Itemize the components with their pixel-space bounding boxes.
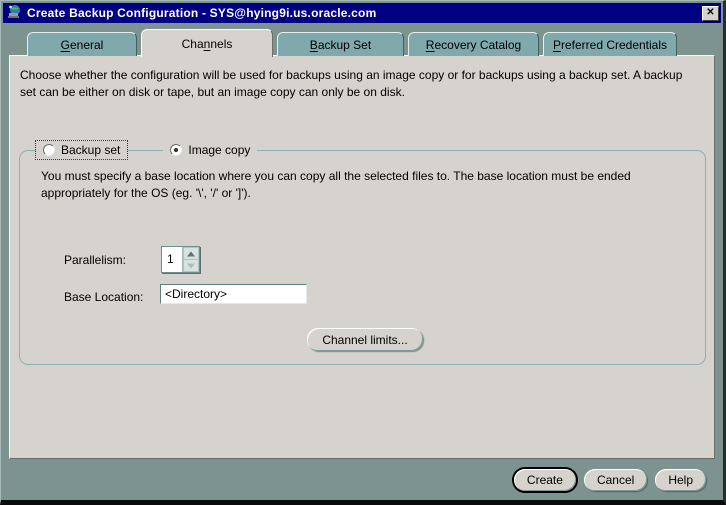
radio-unchecked-icon bbox=[43, 144, 55, 156]
base-location-note: You must specify a base location where y… bbox=[41, 168, 665, 202]
spinner-down-icon[interactable] bbox=[183, 259, 199, 272]
tab-general[interactable]: General bbox=[27, 32, 137, 56]
parallelism-spinner[interactable]: 1 bbox=[161, 246, 200, 273]
title-bar: Create Backup Configuration - SYS@hying9… bbox=[3, 3, 721, 23]
spinner-up-icon[interactable] bbox=[183, 247, 199, 259]
parallelism-label: Parallelism: bbox=[64, 253, 126, 267]
radio-checked-icon bbox=[170, 144, 182, 156]
tab-preferred-credentials[interactable]: Preferred Credentials bbox=[543, 32, 677, 56]
tab-backup-set[interactable]: Backup Set bbox=[277, 32, 404, 56]
channel-limits-button[interactable]: Channel limits... bbox=[307, 328, 423, 351]
image-copy-radio[interactable]: Image copy bbox=[163, 141, 257, 159]
app-icon bbox=[7, 4, 22, 23]
backup-set-radio[interactable]: Backup set bbox=[36, 141, 127, 159]
channel-type-groupbox: Backup set Image copy You must specify a… bbox=[19, 150, 706, 365]
base-location-input[interactable] bbox=[160, 284, 307, 304]
parallelism-value[interactable]: 1 bbox=[162, 247, 182, 272]
image-copy-radio-label: Image copy bbox=[188, 143, 250, 157]
spinner-buttons bbox=[182, 247, 199, 272]
close-icon: ✕ bbox=[706, 7, 714, 18]
tab-recovery-catalog[interactable]: Recovery Catalog bbox=[408, 32, 539, 56]
channels-tab-panel: Choose whether the configuration will be… bbox=[9, 55, 715, 459]
close-button[interactable]: ✕ bbox=[702, 6, 719, 21]
tab-channels[interactable]: Channels bbox=[141, 29, 273, 57]
help-button[interactable]: Help bbox=[655, 469, 706, 491]
create-backup-configuration-dialog: Create Backup Configuration - SYS@hying9… bbox=[0, 0, 726, 505]
base-location-label: Base Location: bbox=[64, 290, 143, 304]
backup-set-radio-label: Backup set bbox=[61, 143, 120, 157]
footer-button-bar: Create Cancel Help bbox=[1, 459, 723, 500]
window-title: Create Backup Configuration - SYS@hying9… bbox=[27, 6, 702, 20]
channel-type-radio-group: Backup set Image copy bbox=[36, 141, 257, 159]
tab-bar: General Channels Backup Set Recovery Cat… bbox=[1, 23, 723, 55]
cancel-button[interactable]: Cancel bbox=[584, 469, 647, 491]
create-button[interactable]: Create bbox=[514, 469, 576, 491]
description-text: Choose whether the configuration will be… bbox=[20, 67, 698, 101]
